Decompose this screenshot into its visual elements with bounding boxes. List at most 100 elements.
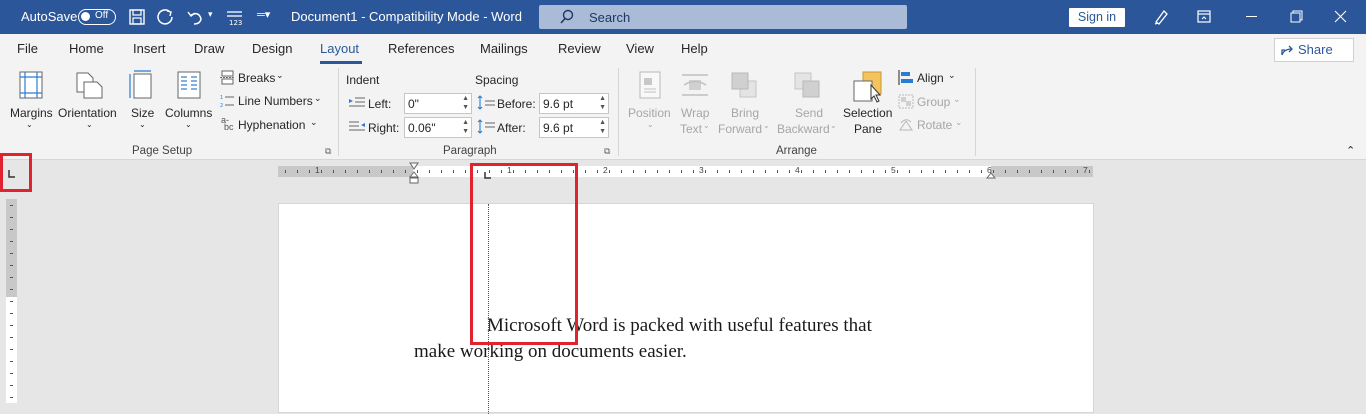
spacing-after-input[interactable]: 9.6 pt ▲ ▼ bbox=[539, 117, 609, 138]
ruler-tick bbox=[1005, 170, 1006, 173]
wrap-text-dropdown-icon[interactable]: ⌄ bbox=[703, 121, 710, 130]
margins-button[interactable]: Margins bbox=[10, 106, 53, 120]
tab-home[interactable]: Home bbox=[69, 41, 104, 56]
orientation-dropdown-icon[interactable]: ⌄ bbox=[86, 120, 93, 129]
save-icon[interactable] bbox=[128, 8, 146, 26]
undo-icon[interactable] bbox=[185, 7, 205, 27]
tab-view[interactable]: View bbox=[626, 41, 654, 56]
ruler-tick bbox=[585, 170, 586, 173]
vertical-ruler[interactable] bbox=[6, 199, 17, 403]
spacing-after-icon bbox=[477, 119, 495, 134]
size-button[interactable]: Size bbox=[131, 106, 154, 120]
paragraph-launcher-icon[interactable]: ⧉ bbox=[604, 146, 610, 157]
numbering-icon[interactable]: 123 bbox=[225, 8, 245, 26]
tab-help[interactable]: Help bbox=[681, 41, 708, 56]
tab-references[interactable]: References bbox=[388, 41, 454, 56]
ruler-number: 4 bbox=[795, 165, 800, 175]
hyphenation-button[interactable]: Hyphenation bbox=[238, 118, 305, 132]
margins-icon bbox=[19, 71, 43, 99]
search-box[interactable]: Search bbox=[539, 5, 907, 29]
indent-markers-icon[interactable] bbox=[409, 162, 419, 186]
collapse-ribbon-icon[interactable]: ⌃ bbox=[1346, 144, 1355, 157]
share-icon bbox=[1281, 45, 1293, 56]
sign-in-button[interactable]: Sign in bbox=[1069, 8, 1125, 27]
align-dropdown-icon[interactable]: ⌄ bbox=[948, 70, 956, 81]
line-numbers-button[interactable]: Line Numbers bbox=[238, 94, 313, 108]
spacing-before-value: 9.6 pt bbox=[543, 97, 574, 111]
share-label: Share bbox=[1298, 42, 1333, 57]
wrap-text-button[interactable]: Wrap bbox=[681, 106, 709, 120]
ruler-tick bbox=[873, 170, 874, 173]
document-page[interactable]: Microsoft Word is packed with useful fea… bbox=[278, 203, 1094, 414]
align-icon bbox=[898, 70, 913, 85]
spinner-arrows-icon[interactable]: ▲ ▼ bbox=[599, 118, 606, 136]
tab-review[interactable]: Review bbox=[558, 41, 601, 56]
columns-dropdown-icon[interactable]: ⌄ bbox=[185, 120, 192, 129]
ruler-tick bbox=[825, 170, 826, 173]
ruler-tick bbox=[861, 170, 862, 173]
tab-mailings[interactable]: Mailings bbox=[480, 41, 528, 56]
undo-dropdown-icon[interactable]: ▾ bbox=[208, 9, 213, 20]
ruler-tick bbox=[909, 170, 910, 173]
spinner-arrows-icon[interactable]: ▲ ▼ bbox=[462, 94, 469, 112]
orientation-button[interactable]: Orientation bbox=[58, 106, 117, 120]
hyphenation-dropdown-icon[interactable]: ⌄ bbox=[310, 117, 318, 128]
minimize-icon[interactable] bbox=[1246, 16, 1257, 17]
horizontal-ruler[interactable]: 1 1 2 3 4 5 6 7 bbox=[278, 165, 1093, 177]
position-button[interactable]: Position bbox=[628, 106, 671, 120]
bring-forward-button[interactable]: Bring bbox=[731, 106, 759, 120]
group-dropdown-icon[interactable]: ⌄ bbox=[953, 94, 961, 105]
tab-draw[interactable]: Draw bbox=[194, 41, 224, 56]
close-icon[interactable] bbox=[1334, 10, 1347, 23]
restore-icon[interactable] bbox=[1290, 10, 1303, 23]
ribbon-display-icon[interactable] bbox=[1197, 10, 1211, 23]
bring-forward-button-line2[interactable]: Forward bbox=[718, 122, 762, 136]
group-separator bbox=[338, 68, 339, 156]
ruler-tick bbox=[669, 170, 670, 173]
indent-right-input[interactable]: 0.06" ▲ ▼ bbox=[404, 117, 472, 138]
ruler-tick bbox=[357, 170, 358, 173]
line-numbers-dropdown-icon[interactable]: ⌄ bbox=[314, 93, 322, 104]
right-indent-marker-icon[interactable] bbox=[986, 170, 996, 180]
align-button[interactable]: Align bbox=[917, 71, 944, 85]
ruler-tick bbox=[765, 170, 766, 173]
tab-design[interactable]: Design bbox=[252, 41, 292, 56]
spinner-arrows-icon[interactable]: ▲ ▼ bbox=[462, 118, 469, 136]
spinner-arrows-icon[interactable]: ▲ ▼ bbox=[599, 94, 606, 112]
ruler-tick bbox=[717, 170, 718, 173]
share-button[interactable]: Share bbox=[1274, 38, 1354, 62]
page-setup-launcher-icon[interactable]: ⧉ bbox=[325, 146, 331, 157]
breaks-button[interactable]: Breaks bbox=[238, 71, 275, 85]
spacing-before-icon bbox=[477, 95, 495, 110]
bring-forward-dropdown-icon[interactable]: ⌄ bbox=[763, 121, 770, 130]
group-button[interactable]: Group bbox=[917, 95, 950, 109]
customize-toolbar-icon[interactable]: ═▾ bbox=[257, 8, 270, 21]
send-backward-button[interactable]: Send bbox=[795, 106, 823, 120]
ruler-tick bbox=[921, 170, 922, 173]
ruler-tick bbox=[1053, 170, 1054, 173]
selection-pane-button[interactable]: Selection bbox=[843, 106, 892, 120]
indent-left-input[interactable]: 0" ▲ ▼ bbox=[404, 93, 472, 114]
tab-insert[interactable]: Insert bbox=[133, 41, 166, 56]
ruler-tick bbox=[657, 170, 658, 173]
tab-file[interactable]: File bbox=[17, 41, 38, 56]
redo-circle-icon[interactable] bbox=[156, 7, 176, 27]
ruler-tick bbox=[933, 170, 934, 173]
send-backward-button-line2[interactable]: Backward bbox=[777, 122, 830, 136]
size-dropdown-icon[interactable]: ⌄ bbox=[139, 120, 146, 129]
tab-layout[interactable]: Layout bbox=[320, 41, 359, 56]
columns-button[interactable]: Columns bbox=[165, 106, 212, 120]
ruler-tick bbox=[849, 170, 850, 173]
pen-icon[interactable] bbox=[1152, 8, 1170, 26]
rotate-dropdown-icon[interactable]: ⌄ bbox=[955, 117, 963, 128]
breaks-dropdown-icon[interactable]: ⌄ bbox=[276, 70, 284, 81]
send-backward-dropdown-icon[interactable]: ⌄ bbox=[830, 121, 837, 130]
wrap-text-button-line2[interactable]: Text bbox=[680, 122, 702, 136]
position-dropdown-icon[interactable]: ⌄ bbox=[647, 120, 654, 129]
line-numbers-icon: 1 2 bbox=[220, 95, 234, 108]
autosave-toggle[interactable]: Off bbox=[78, 9, 116, 25]
spacing-before-input[interactable]: 9.6 pt ▲ ▼ bbox=[539, 93, 609, 114]
selection-pane-button-line2[interactable]: Pane bbox=[854, 122, 882, 136]
margins-dropdown-icon[interactable]: ⌄ bbox=[26, 120, 33, 129]
rotate-button[interactable]: Rotate bbox=[917, 118, 952, 132]
